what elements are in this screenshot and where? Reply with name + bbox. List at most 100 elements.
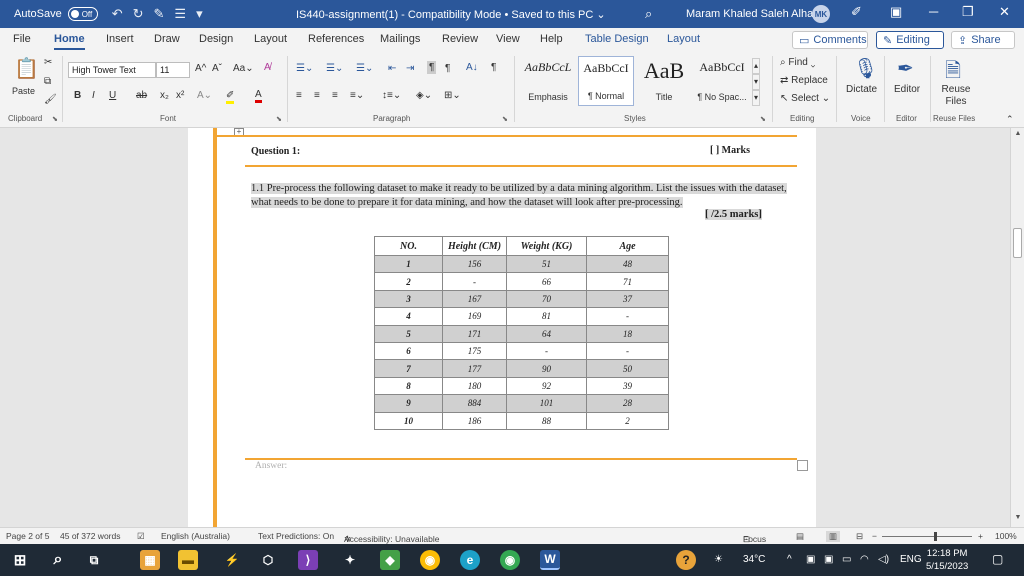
show-formatting-icon[interactable]: ¶ xyxy=(491,62,496,73)
avatar[interactable]: MK xyxy=(812,5,830,23)
highlight-icon[interactable]: ✐ xyxy=(226,90,235,104)
undo-icon[interactable]: ↶ xyxy=(112,6,123,22)
table-cell[interactable]: 28 xyxy=(586,394,669,413)
table-cell[interactable]: 175 xyxy=(442,341,507,361)
table-cell[interactable]: 6 xyxy=(374,341,443,361)
table-cell[interactable]: 8 xyxy=(374,376,443,396)
table-cell[interactable]: 186 xyxy=(442,411,507,430)
table-cell[interactable]: - xyxy=(442,272,507,291)
pen-icon[interactable]: ✎ xyxy=(154,6,165,22)
tab-insert[interactable]: Insert xyxy=(106,33,134,45)
dataset-table[interactable]: NO. Height (CM) Weight (KG) Age 1 156 51 48… xyxy=(374,236,669,430)
autosave-toggle[interactable]: Off xyxy=(67,7,98,21)
ribbon-display-icon[interactable]: ▣ xyxy=(890,4,902,20)
italic-icon[interactable]: I xyxy=(92,90,95,101)
multilevel-list-icon[interactable]: ☰⌄ xyxy=(356,63,373,74)
restore-icon[interactable]: ❐ xyxy=(962,4,974,20)
table-cell[interactable]: 64 xyxy=(506,324,587,343)
table-cell[interactable]: 71 xyxy=(586,272,669,291)
tab-design[interactable]: Design xyxy=(199,33,233,45)
table-cell[interactable]: 2 xyxy=(374,272,443,291)
font-size-dropdown[interactable]: 11 xyxy=(156,62,190,78)
table-cell[interactable]: 81 xyxy=(506,307,587,326)
borders-icon[interactable]: ⊞⌄ xyxy=(444,90,461,101)
table-cell[interactable]: 50 xyxy=(586,359,669,378)
paste-icon[interactable]: 📋 xyxy=(14,56,39,81)
styles-more-icon[interactable]: ▾ xyxy=(752,90,761,106)
dialog-launcher-icon[interactable]: ⬊ xyxy=(276,115,282,123)
table-cell[interactable]: 177 xyxy=(442,359,507,378)
table-cell[interactable]: 9 xyxy=(374,394,443,413)
editor-button[interactable]: Editor xyxy=(894,84,920,95)
table-cell[interactable]: 167 xyxy=(442,289,507,309)
style-emphasis[interactable]: AaBbCcL Emphasis xyxy=(520,56,576,106)
tab-file[interactable]: File xyxy=(13,33,31,45)
volume-icon[interactable]: ◁) xyxy=(878,554,889,565)
strikethrough-icon[interactable]: ab xyxy=(136,90,147,101)
document-area[interactable]: + Question 1: [ ] Marks 1.1 Pre-process … xyxy=(0,128,1010,527)
language-status[interactable]: English (Australia) xyxy=(161,531,230,541)
microphone-icon[interactable]: 🎙 xyxy=(853,56,878,81)
tab-help[interactable]: Help xyxy=(540,33,563,45)
minimize-icon[interactable]: ─ xyxy=(929,4,938,19)
table-cell[interactable]: 92 xyxy=(506,376,587,396)
shading-icon[interactable]: ◈⌄ xyxy=(416,90,432,101)
question-text[interactable]: 1.1 Pre-process the following dataset to… xyxy=(251,182,796,209)
zoom-level[interactable]: 100% xyxy=(995,531,1017,541)
file-explorer-icon[interactable]: ▬ xyxy=(178,550,198,570)
windows-start-icon[interactable]: ⊞ xyxy=(10,550,30,570)
notifications-icon[interactable]: ▢ xyxy=(992,552,1003,566)
table-cell[interactable]: 5 xyxy=(374,324,443,343)
dialog-launcher-icon[interactable]: ⬊ xyxy=(52,115,58,123)
table-cell[interactable]: 2 xyxy=(586,411,669,430)
editing-mode-button[interactable]: ✎ Editing xyxy=(876,31,944,49)
table-cell[interactable]: 70 xyxy=(506,289,587,309)
table-cell[interactable]: 37 xyxy=(586,289,669,309)
column-header-no[interactable]: NO. xyxy=(374,236,443,256)
green-app-icon[interactable]: ◆ xyxy=(380,550,400,570)
dictate-button[interactable]: Dictate xyxy=(846,84,877,95)
table-cell[interactable]: 90 xyxy=(506,359,587,378)
weather-temp[interactable]: 34°C xyxy=(743,554,765,565)
style-normal[interactable]: AaBbCcI ¶ Normal xyxy=(578,56,634,106)
table-cell[interactable]: 10 xyxy=(374,411,443,430)
search-icon[interactable]: ⌕ xyxy=(645,6,652,22)
redo-icon[interactable]: ↻ xyxy=(133,6,144,22)
column-header-age[interactable]: Age xyxy=(586,236,669,256)
table-cell[interactable]: 101 xyxy=(506,394,587,413)
proofing-icon[interactable]: ☑ xyxy=(137,531,145,542)
chrome-icon[interactable]: ◉ xyxy=(420,550,440,570)
tab-layout[interactable]: Layout xyxy=(254,33,287,45)
page-count[interactable]: Page 2 of 5 xyxy=(6,531,49,541)
shrink-font-icon[interactable]: Aˇ xyxy=(212,63,222,74)
tab-draw[interactable]: Draw xyxy=(154,33,180,45)
table-cell[interactable]: 3 xyxy=(374,289,443,309)
align-right-icon[interactable]: ≡ xyxy=(332,90,338,101)
align-left-icon[interactable]: ≡ xyxy=(296,90,302,101)
rtl-icon[interactable]: ¶ xyxy=(427,61,437,74)
replace-button[interactable]: ⇄ Replace xyxy=(780,75,828,86)
reuse-files-button[interactable]: Reuse Files xyxy=(940,84,972,108)
store-icon[interactable]: ▦ xyxy=(140,550,160,570)
tab-table-design[interactable]: Table Design xyxy=(585,33,649,45)
document-title[interactable]: IS440-assignment(1) - Compatibility Mode… xyxy=(296,8,606,21)
format-painter-icon[interactable]: 🖌 xyxy=(44,94,57,105)
read-mode-icon[interactable]: ▤ xyxy=(796,531,804,542)
editor-icon[interactable]: ✒ xyxy=(897,56,914,81)
table-cell[interactable]: 1 xyxy=(374,254,443,274)
column-header-weight[interactable]: Weight (KG) xyxy=(506,236,587,256)
answer-checkbox[interactable] xyxy=(797,460,808,471)
collapse-ribbon-icon[interactable]: ⌃ xyxy=(1006,114,1014,125)
table-cell[interactable]: 4 xyxy=(374,307,443,326)
column-header-height[interactable]: Height (CM) xyxy=(442,236,507,256)
clear-format-icon[interactable]: A̸ xyxy=(264,62,271,73)
table-cell[interactable]: - xyxy=(586,307,669,326)
weather-icon[interactable]: ☀ xyxy=(714,554,723,565)
text-effects-icon[interactable]: A⌄ xyxy=(197,90,212,101)
table-cell[interactable]: - xyxy=(506,341,587,361)
table-cell[interactable]: 171 xyxy=(442,324,507,343)
zoom-in-icon[interactable]: + xyxy=(978,531,983,541)
select-button[interactable]: ↖ Select ⌄ xyxy=(780,93,830,104)
increase-indent-icon[interactable]: ⇥ xyxy=(406,63,414,74)
help-icon[interactable]: ? xyxy=(676,550,696,570)
